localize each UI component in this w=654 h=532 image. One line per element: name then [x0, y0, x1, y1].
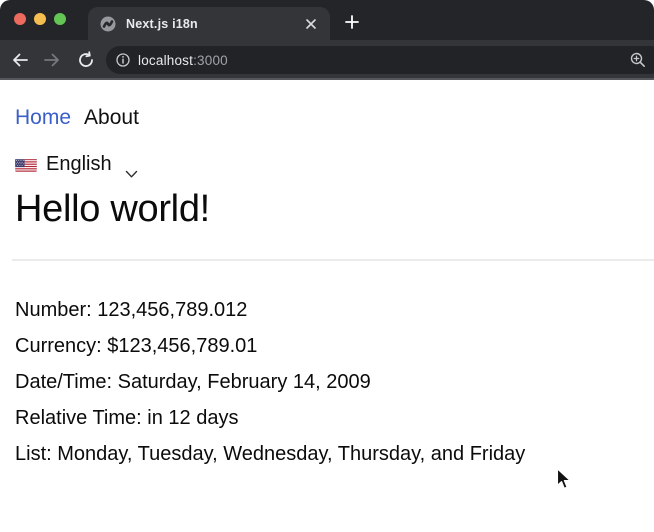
reload-button[interactable]: [77, 51, 95, 69]
relative-time-line: Relative Time: in 12 days: [15, 407, 239, 429]
formatted-values-list: Number: 123,456,789.012 Currency: $123,4…: [15, 292, 654, 472]
url-host: localhost: [138, 52, 194, 68]
number-line: Number: 123,456,789.012: [15, 299, 248, 321]
address-bar[interactable]: localhost:3000: [106, 46, 654, 74]
language-selector-label: English: [46, 153, 112, 175]
browser-tab[interactable]: Next.js i18n: [88, 7, 330, 40]
nextjs-favicon-icon: [100, 16, 116, 32]
url-text[interactable]: localhost:3000: [138, 53, 228, 68]
site-info-icon[interactable]: [116, 53, 130, 67]
window-zoom-button[interactable]: [54, 13, 66, 25]
browser-window: Next.js i18n localhost:3000 Home About E…: [0, 0, 654, 532]
forward-button[interactable]: [43, 51, 61, 69]
nav-link-home[interactable]: Home: [15, 106, 71, 130]
page-content: Home About English Hello world! Number: …: [0, 82, 654, 532]
language-selector[interactable]: English: [15, 153, 654, 178]
chevron-down-icon: [125, 162, 138, 178]
zoom-icon[interactable]: [630, 52, 646, 68]
browser-toolbar: localhost:3000: [0, 40, 654, 80]
tab-title: Next.js i18n: [126, 16, 198, 31]
currency-line: Currency: $123,456,789.01: [15, 335, 258, 357]
window-minimize-button[interactable]: [34, 13, 46, 25]
window-close-button[interactable]: [14, 13, 26, 25]
divider: [12, 259, 654, 261]
back-button[interactable]: [11, 51, 29, 69]
url-port: :3000: [193, 52, 228, 68]
tab-close-icon[interactable]: [303, 16, 319, 32]
macos-traffic-lights: [14, 13, 66, 25]
page-title: Hello world!: [15, 188, 210, 230]
datetime-line: Date/Time: Saturday, February 14, 2009: [15, 371, 371, 393]
nav-link-about[interactable]: About: [84, 106, 139, 130]
browser-titlebar: Next.js i18n: [0, 0, 654, 40]
us-flag-icon: [15, 157, 37, 172]
new-tab-button[interactable]: [343, 13, 361, 31]
main-nav: Home About: [15, 106, 654, 130]
mouse-cursor-icon: [556, 468, 572, 490]
list-line: List: Monday, Tuesday, Wednesday, Thursd…: [15, 443, 526, 465]
